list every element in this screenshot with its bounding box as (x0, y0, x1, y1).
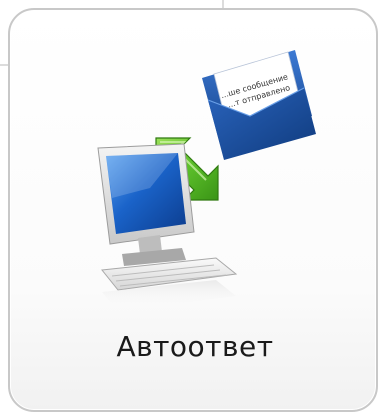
autoreply-tile[interactable]: ...ше сообщение ...т отправлено Автоотве… (8, 8, 378, 412)
keyboard-icon (101, 257, 238, 312)
page: ...ше сообщение ...т отправлено Автоотве… (0, 0, 388, 418)
computer-monitor-icon (97, 143, 195, 266)
envelope-icon: ...ше сообщение ...т отправлено (202, 50, 316, 160)
decorative-line (222, 0, 224, 8)
decorative-line (0, 64, 8, 66)
tile-label: Автоответ (116, 330, 274, 363)
autoreply-icon: ...ше сообщение ...т отправлено (97, 50, 316, 312)
